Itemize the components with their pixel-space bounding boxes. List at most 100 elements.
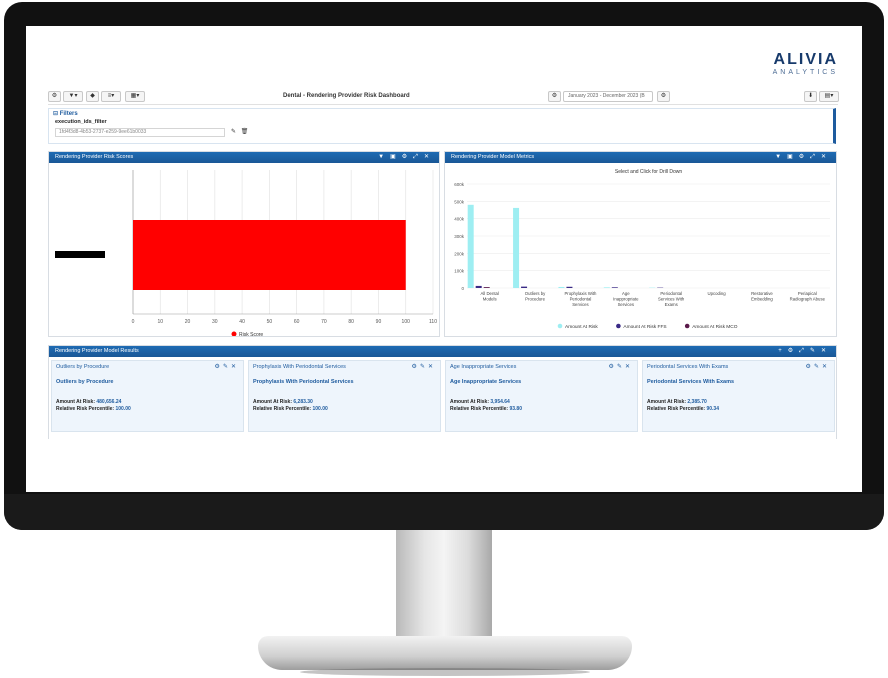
close-icon[interactable]: ✕ <box>821 154 832 160</box>
legend-marker <box>557 323 563 329</box>
risk-percentile-row: Relative Risk Percentile: 93.80 <box>450 406 522 412</box>
metric-bar[interactable] <box>483 287 490 288</box>
logo-sub: ANALYTICS <box>772 69 838 76</box>
save-icon[interactable]: ▣ <box>787 154 799 160</box>
x-tick-label: Procedure <box>525 297 545 302</box>
date-settings-button[interactable]: ⚙ <box>657 91 670 102</box>
percentile-value: 100.00 <box>115 406 131 412</box>
metric-bar[interactable] <box>611 287 618 288</box>
list-view-button[interactable]: ≡▾ <box>101 91 121 102</box>
legend-label: Amount At Risk FFS <box>623 324 666 330</box>
metric-bar[interactable] <box>513 207 520 288</box>
grid-icon: ▦▾ <box>130 93 140 99</box>
expand-icon[interactable]: ⤢ <box>799 348 810 354</box>
save-icon[interactable]: ▣ <box>390 154 402 160</box>
logo-name: ALIVIA <box>773 51 838 68</box>
amount-value: 2,385.70 <box>687 399 707 405</box>
edit-icon[interactable]: ✎ <box>810 348 821 354</box>
filter-button[interactable]: ▼▾ <box>63 91 83 102</box>
card-actions: ⚙✎✕ <box>412 363 436 370</box>
card-title: Prophylaxis With Periodontal Services <box>253 379 354 385</box>
edit-icon[interactable]: ✎ <box>223 364 231 370</box>
filter-value-input[interactable]: 1fd4f3d8-4b53-2737-e259-9ee61b0033 <box>55 128 225 137</box>
edit-icon[interactable]: ✎ <box>814 364 822 370</box>
results-panel-title: Rendering Provider Model Results <box>49 346 836 357</box>
x-tick-label: Inappropriate <box>613 297 639 302</box>
gear-icon[interactable]: ⚙ <box>609 364 617 370</box>
gear-icon[interactable]: ⚙ <box>215 364 223 370</box>
filter-icon[interactable]: ▼ <box>378 154 390 160</box>
card-actions: ⚙✎✕ <box>609 363 633 370</box>
legend-label: Risk Score <box>239 332 263 336</box>
add-icon[interactable]: + <box>778 348 788 354</box>
x-tick-label: Outliers by <box>525 291 546 296</box>
risk-panel-actions: ▼▣⚙⤢✕ <box>378 152 435 163</box>
result-card[interactable]: Prophylaxis With Periodontal Services ⚙✎✕… <box>248 360 441 432</box>
shield-button[interactable]: ◆ <box>86 91 99 102</box>
filters-header-label: Filters <box>59 111 78 117</box>
filter-icon: ▼▾ <box>68 93 78 99</box>
settings-button[interactable]: ⚙ <box>48 91 61 102</box>
y-tick-label: 400k <box>454 217 465 222</box>
x-tick-label: Services With <box>658 297 685 302</box>
percentile-label: Relative Risk Percentile: <box>647 406 706 412</box>
metrics-panel-actions: ▼▣⚙⤢✕ <box>775 152 832 163</box>
filter-icon[interactable]: ▼ <box>775 154 787 160</box>
result-card[interactable]: Age Inappropriate Services ⚙✎✕ Age Inappro… <box>445 360 638 432</box>
date-prev-button[interactable]: ⚙ <box>548 91 561 102</box>
amount-at-risk-row: Amount At Risk: 2,385.70 <box>647 399 707 405</box>
edit-icon[interactable]: ✎ <box>617 364 625 370</box>
card-header: Outliers by Procedure <box>56 364 110 370</box>
stand-shadow <box>300 668 590 676</box>
result-card[interactable]: Periodontal Services With Exams ⚙✎✕ Period… <box>642 360 835 432</box>
close-icon[interactable]: ✕ <box>625 364 633 370</box>
close-icon[interactable]: ✕ <box>231 364 239 370</box>
gear-icon[interactable]: ⚙ <box>412 364 420 370</box>
filters-header[interactable]: ⊟ Filters <box>53 110 78 117</box>
expand-icon[interactable]: ⤢ <box>810 154 821 160</box>
result-card[interactable]: Outliers by Procedure ⚙✎✕ Outliers by Proc… <box>51 360 244 432</box>
risk-score-bar[interactable] <box>133 220 406 290</box>
gear-icon[interactable]: ⚙ <box>799 154 810 160</box>
card-title: Age Inappropriate Services <box>450 379 522 385</box>
metric-bar[interactable] <box>467 204 474 288</box>
close-icon[interactable]: ✕ <box>424 154 435 160</box>
amount-label: Amount At Risk: <box>450 399 489 405</box>
risk-scores-panel: Rendering Provider Risk Scores ▼▣⚙⤢✕ 0 10… <box>48 151 440 337</box>
grid-view-button[interactable]: ▦▾ <box>125 91 145 102</box>
model-metrics-chart[interactable]: Select and Click for Drill Down 0 100k 200k… <box>445 164 836 336</box>
y-tick-label: 0 <box>461 286 464 291</box>
y-tick-label: 200k <box>454 251 465 256</box>
y-tick-label: 300k <box>454 234 465 239</box>
gear-icon[interactable]: ⚙ <box>806 364 814 370</box>
legend-label: Amount At Risk MCO <box>692 324 738 330</box>
gear-icon[interactable]: ⚙ <box>788 348 799 354</box>
table-menu-button[interactable]: ▤▾ <box>819 91 839 102</box>
x-tick-label: 80 <box>348 319 354 325</box>
edit-icon[interactable]: ✎ <box>420 364 428 370</box>
x-tick-label: Services <box>572 302 588 307</box>
metric-bar[interactable] <box>475 285 482 288</box>
x-tick-label: Radiograph Abuse <box>790 297 826 302</box>
metric-bar[interactable] <box>521 286 528 288</box>
metric-bar[interactable] <box>603 287 610 288</box>
metric-bar[interactable] <box>566 286 573 288</box>
gear-icon: ⚙ <box>51 93 58 99</box>
gear-icon[interactable]: ⚙ <box>402 154 413 160</box>
risk-score-chart[interactable]: 0 10 20 30 40 50 60 70 80 90 100 110 Risk Score <box>49 164 439 336</box>
card-header: Periodontal Services With Exams <box>647 364 729 370</box>
edit-icon[interactable]: ✎ <box>229 128 238 137</box>
x-tick-label: Periodontal <box>570 297 592 302</box>
trash-icon[interactable]: 🗑 <box>240 128 249 137</box>
close-icon[interactable]: ✕ <box>822 364 830 370</box>
amount-value: 6,283.30 <box>293 399 313 405</box>
legend-marker <box>616 323 621 329</box>
expand-icon[interactable]: ⤢ <box>413 154 424 160</box>
y-tick-label: 500k <box>454 199 465 204</box>
download-button[interactable]: ⬇ <box>804 91 817 102</box>
close-icon[interactable]: ✕ <box>821 348 832 354</box>
close-icon[interactable]: ✕ <box>428 364 436 370</box>
metric-bar[interactable] <box>558 286 565 288</box>
amount-label: Amount At Risk: <box>253 399 292 405</box>
date-range-select[interactable]: January 2023 - December 2023 (B <box>563 91 653 102</box>
